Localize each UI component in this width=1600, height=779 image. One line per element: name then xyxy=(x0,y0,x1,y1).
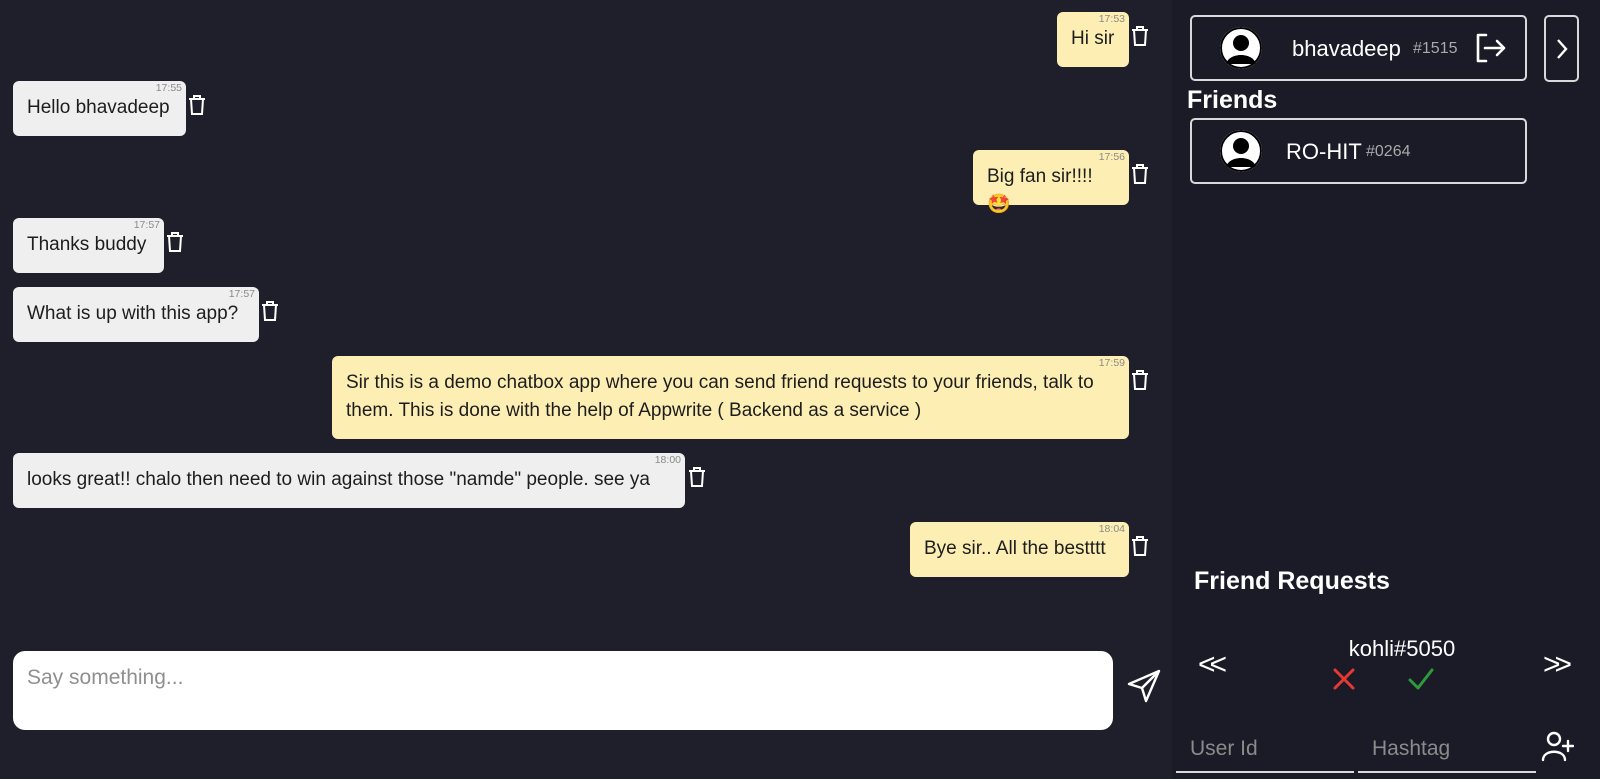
request-user-name: kohli#5050 xyxy=(1348,636,1456,661)
current-user-tag: #1515 xyxy=(1413,40,1458,57)
message-text: Big fan sir!!!!🤩 xyxy=(987,166,1093,215)
current-user-name: bhavadeep xyxy=(1292,36,1401,61)
friends-heading: Friends xyxy=(1187,86,1278,114)
chat-area: 17:53 Hi sir 17:55 Hello bhavadeep 17:56… xyxy=(0,0,1172,779)
message-text: Sir this is a demo chatbox app where you… xyxy=(346,372,1094,421)
message-time: 17:57 xyxy=(228,288,255,300)
reject-request-icon[interactable] xyxy=(1331,666,1357,692)
message-time: 17:55 xyxy=(155,82,182,94)
accept-request-icon[interactable] xyxy=(1408,666,1434,692)
logout-icon[interactable] xyxy=(1474,31,1508,65)
add-friend-icon[interactable] xyxy=(1540,729,1575,763)
message-bubble-received: 17:57 Thanks buddy xyxy=(13,218,164,273)
friend-requests-heading: Friend Requests xyxy=(1194,567,1390,595)
delete-message-icon[interactable] xyxy=(1129,162,1151,186)
delete-message-icon[interactable] xyxy=(1129,24,1151,48)
message-bubble-received: 18:00 looks great!! chalo then need to w… xyxy=(13,453,685,508)
delete-message-icon[interactable] xyxy=(186,93,208,117)
message-bubble-sent: 17:56 Big fan sir!!!!🤩 xyxy=(973,150,1129,215)
avatar xyxy=(1220,27,1262,69)
message-text: Hello bhavadeep xyxy=(27,97,170,118)
message-time: 17:53 xyxy=(1098,13,1125,25)
message-time: 17:56 xyxy=(1098,151,1125,163)
message-bubble-sent: 18:04 Bye sir.. All the bestttt xyxy=(910,522,1129,577)
message-text: Hi sir xyxy=(1071,28,1115,49)
message-text: What is up with this app? xyxy=(27,303,239,324)
current-user-card: bhavadeep #1515 xyxy=(1190,15,1527,81)
delete-message-icon[interactable] xyxy=(164,230,186,254)
message-time: 17:57 xyxy=(133,219,160,231)
friend-name: RO-HIT xyxy=(1286,139,1362,164)
chevron-right-icon xyxy=(1556,38,1568,59)
message-bubble-sent: 17:59 Sir this is a demo chatbox app whe… xyxy=(332,356,1129,439)
friend-tag: #0264 xyxy=(1366,143,1411,160)
message-input[interactable] xyxy=(13,651,1113,730)
friend-item[interactable]: RO-HIT #0264 xyxy=(1190,118,1527,184)
delete-message-icon[interactable] xyxy=(1129,368,1151,392)
message-bubble-received: 17:57 What is up with this app? xyxy=(13,287,259,342)
delete-message-icon[interactable] xyxy=(686,465,708,489)
delete-message-icon[interactable] xyxy=(1129,534,1151,558)
hashtag-input[interactable] xyxy=(1358,727,1536,773)
message-bubble-received: 17:55 Hello bhavadeep xyxy=(13,81,186,136)
message-time: 18:00 xyxy=(654,454,681,466)
message-text: Bye sir.. All the bestttt xyxy=(924,538,1106,559)
collapse-panel-button[interactable] xyxy=(1544,15,1579,82)
send-icon[interactable] xyxy=(1126,668,1162,704)
message-bubble-sent: 17:53 Hi sir xyxy=(1057,12,1129,67)
delete-message-icon[interactable] xyxy=(259,299,281,323)
message-time: 17:59 xyxy=(1098,357,1125,369)
sidebar-panel: bhavadeep #1515 Friends RO-HIT #0264 Fri… xyxy=(1172,0,1600,779)
user-id-input[interactable] xyxy=(1176,727,1354,773)
previous-request-button[interactable]: << xyxy=(1198,650,1227,680)
message-time: 18:04 xyxy=(1098,523,1125,535)
avatar xyxy=(1220,130,1262,172)
next-request-button[interactable]: >> xyxy=(1543,650,1572,680)
message-text: looks great!! chalo then need to win aga… xyxy=(27,469,650,490)
message-text: Thanks buddy xyxy=(27,234,147,255)
